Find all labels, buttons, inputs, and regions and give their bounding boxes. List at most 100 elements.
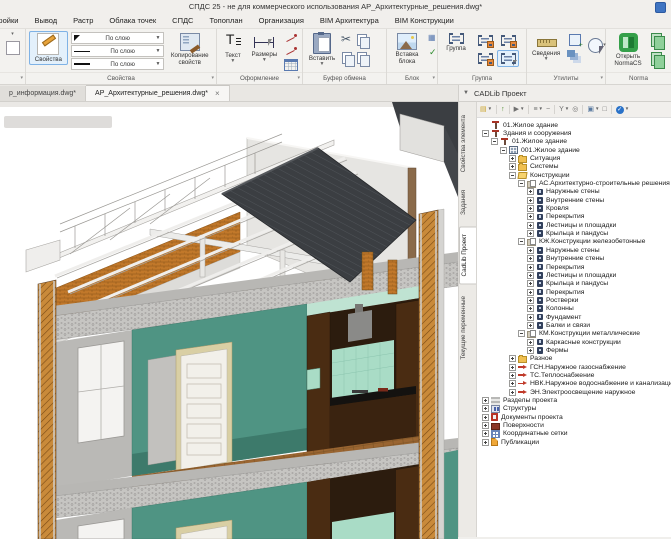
expand-icon[interactable]: [527, 314, 534, 321]
dialog-launcher-icon[interactable]: ▾: [211, 73, 214, 84]
remove-from-group-button[interactable]: [497, 32, 519, 49]
expand-icon[interactable]: [509, 163, 516, 170]
expand-icon[interactable]: [527, 347, 534, 354]
expand-icon[interactable]: [527, 255, 534, 262]
tree-item[interactable]: НВК.Наружное водоснабжение и канализация: [479, 380, 671, 388]
tree-item[interactable]: Лестницы и площадки: [479, 271, 671, 279]
overflow-chevron-icon[interactable]: ▾: [11, 31, 14, 37]
tree-item[interactable]: Балки и связи: [479, 321, 671, 329]
normacs-find-button[interactable]: [650, 32, 666, 50]
side-tab-2[interactable]: CadLib Проект: [459, 226, 476, 284]
expand-icon[interactable]: [527, 247, 534, 254]
paste-special-button[interactable]: [356, 50, 370, 67]
tree-item[interactable]: Крыльца и пандусы: [479, 280, 671, 288]
dimensions-button[interactable]: Размеры▼: [249, 31, 280, 64]
tree-item[interactable]: Здания и сооружения: [479, 129, 671, 137]
side-tab-0[interactable]: Свойства элемента: [459, 108, 476, 179]
expand-icon[interactable]: [509, 372, 516, 379]
lineweight-bylayer-select[interactable]: По слою▼: [71, 58, 164, 70]
menu-item-1[interactable]: Вывод: [26, 16, 65, 25]
document-tab-0[interactable]: р_информация.dwg*: [0, 86, 86, 101]
tree-item[interactable]: Наружные стены: [479, 188, 671, 196]
tree-item[interactable]: Ситуация: [479, 154, 671, 162]
expand-icon[interactable]: [527, 222, 534, 229]
expand-icon[interactable]: [527, 289, 534, 296]
expand-icon[interactable]: [509, 155, 516, 162]
dialog-launcher-icon[interactable]: ▾: [432, 73, 435, 84]
group-button[interactable]: Группа: [441, 31, 471, 54]
copy-button[interactable]: [341, 50, 355, 67]
copy-with-basepoint-button[interactable]: [356, 32, 370, 49]
tree-item[interactable]: Перекрытия: [479, 288, 671, 296]
menu-item-5[interactable]: Топоплан: [201, 16, 250, 25]
tree-item[interactable]: Фермы: [479, 346, 671, 354]
close-icon[interactable]: ×: [215, 89, 220, 98]
expand-icon[interactable]: [527, 205, 534, 212]
linetype-bylayer-select[interactable]: По слою▼: [71, 45, 164, 57]
tree-item[interactable]: Разное: [479, 355, 671, 363]
expand-icon[interactable]: [527, 197, 534, 204]
table-button[interactable]: [283, 58, 299, 72]
leader-button[interactable]: [283, 32, 299, 44]
normacs-docs-button[interactable]: [650, 51, 666, 69]
model-viewport[interactable]: [0, 102, 458, 539]
menu-item-7[interactable]: BIM Архитектура: [312, 16, 387, 25]
chevron-down-icon[interactable]: ▼: [539, 107, 543, 112]
frame-button[interactable]: □: [601, 105, 607, 114]
chevron-down-icon[interactable]: ▼: [463, 90, 469, 96]
sort-button[interactable]: ≡▼: [532, 105, 544, 114]
collapse-icon[interactable]: [518, 238, 525, 245]
filter-button[interactable]: Y▼: [558, 105, 570, 114]
text-button[interactable]: Текст▼: [220, 31, 246, 65]
info-button[interactable]: Сведения▼: [530, 31, 562, 63]
paste-button[interactable]: Вставить▼: [306, 31, 338, 68]
chevron-down-icon[interactable]: ▼: [595, 107, 599, 112]
collapse-icon[interactable]: [518, 180, 525, 187]
menu-item-2[interactable]: Растр: [65, 16, 101, 25]
collapse-icon[interactable]: [509, 172, 516, 179]
side-tab-1[interactable]: Задания: [459, 183, 476, 222]
tree-item[interactable]: 01.Жилое здание: [479, 138, 671, 146]
insert-block-button[interactable]: Вставка блока: [390, 31, 424, 67]
expand-icon[interactable]: [527, 297, 534, 304]
tree-item[interactable]: Ростверки: [479, 296, 671, 304]
menu-item-3[interactable]: Облака точек: [101, 16, 164, 25]
expand-icon[interactable]: [527, 213, 534, 220]
tree-item[interactable]: ГСН.Наружное газоснабжение: [479, 363, 671, 371]
select-group-button[interactable]: [497, 50, 519, 67]
expand-icon[interactable]: [509, 389, 516, 396]
side-tab-3[interactable]: Текущие переменные: [459, 289, 476, 367]
properties-button[interactable]: Свойства: [29, 31, 68, 65]
tree-item[interactable]: ТС.Теплоснабжение: [479, 371, 671, 379]
tree-item[interactable]: КМ.Конструкции металлические: [479, 330, 671, 338]
dialog-launcher-icon[interactable]: ▾: [297, 73, 300, 84]
edit-group-button[interactable]: [474, 50, 496, 67]
menu-item-4[interactable]: СПДС: [164, 16, 201, 25]
draw-order-button[interactable]: [565, 48, 584, 58]
expand-icon[interactable]: [509, 355, 516, 362]
tree-item[interactable]: Публикации: [479, 438, 671, 446]
panel-sheet-icon[interactable]: [6, 41, 20, 55]
expand-icon[interactable]: [509, 380, 516, 387]
titlebar-app-icon[interactable]: [655, 2, 666, 13]
expand-icon[interactable]: [482, 422, 489, 429]
collapse-icon[interactable]: [491, 138, 498, 145]
expand-icon[interactable]: [527, 339, 534, 346]
windows-button[interactable]: ▣▼: [586, 105, 600, 114]
color-bylayer-select[interactable]: По слою▼: [71, 32, 164, 44]
document-tab-1[interactable]: AP_Архитектурные_решения.dwg*×: [86, 85, 230, 101]
menu-item-6[interactable]: Организация: [251, 16, 312, 25]
tree-item[interactable]: Крыльца и пандусы: [479, 229, 671, 237]
expand-icon[interactable]: [527, 305, 534, 312]
expand-icon[interactable]: [482, 397, 489, 404]
apply-button[interactable]: ✓▼: [615, 105, 630, 115]
collapse-button[interactable]: −: [545, 105, 551, 114]
expand-icon[interactable]: [527, 230, 534, 237]
menu-item-0[interactable]: тройки: [0, 16, 26, 25]
expand-icon[interactable]: [482, 405, 489, 412]
tree-item[interactable]: Разделы проекта: [479, 396, 671, 404]
collapse-icon[interactable]: [500, 147, 507, 154]
multileader-button[interactable]: [283, 45, 299, 57]
tree-item[interactable]: ЭН.Электроосвещение наружное: [479, 388, 671, 396]
tree-item[interactable]: Перекрытия: [479, 263, 671, 271]
